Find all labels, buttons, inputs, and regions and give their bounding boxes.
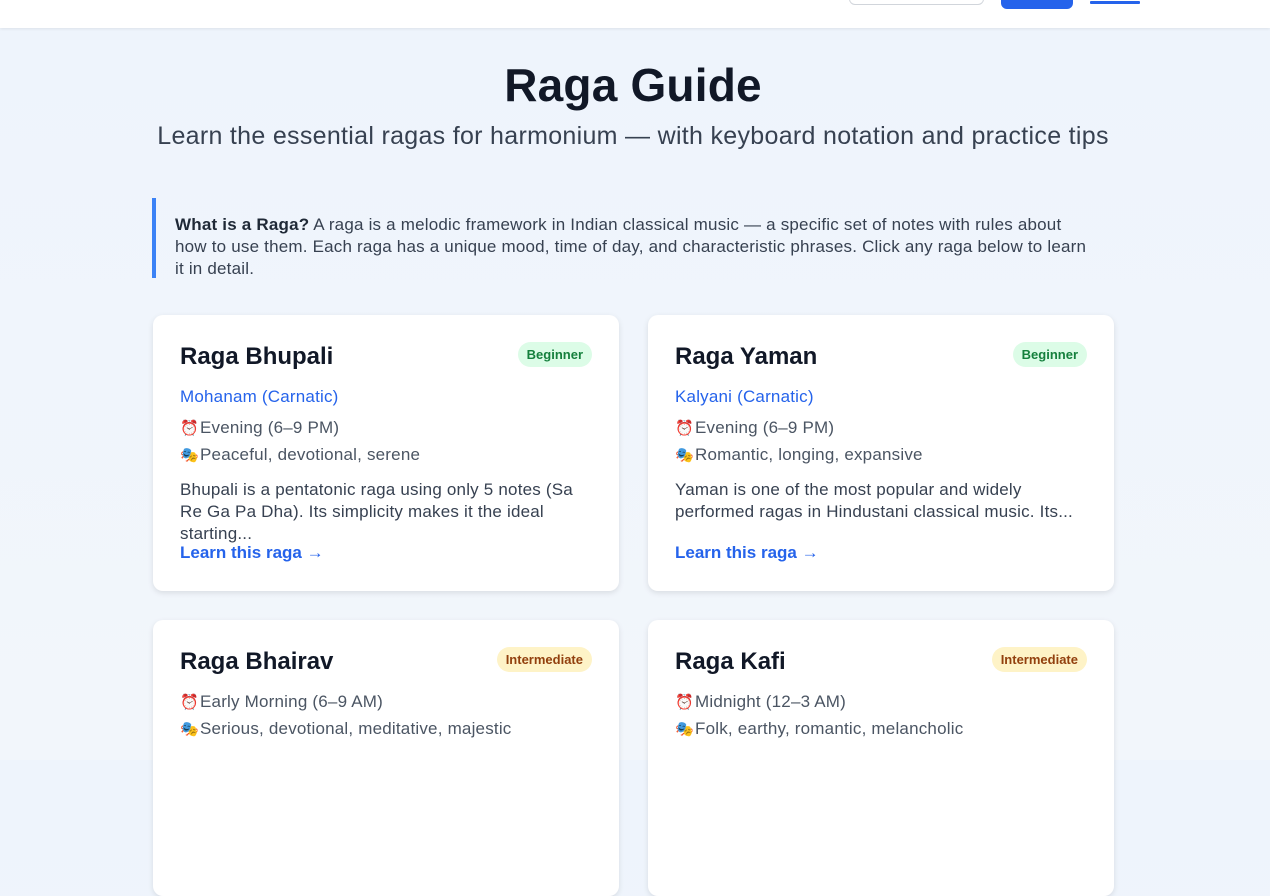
raga-mood: Romantic, longing, expansive: [695, 445, 923, 464]
intro-label: What is a Raga?: [175, 215, 310, 234]
learn-raga-link[interactable]: Learn this raga →: [675, 543, 819, 563]
top-nav-bar: [0, 0, 1270, 28]
raga-time-row: ⏰Midnight (12–3 AM): [675, 692, 846, 712]
raga-mood: Peaceful, devotional, serene: [200, 445, 421, 464]
raga-mood: Serious, devotional, meditative, majesti…: [200, 719, 512, 738]
page-title: Raga Guide: [504, 59, 762, 111]
learn-raga-link[interactable]: Learn this raga →: [180, 543, 324, 563]
performing-arts-icon: 🎭: [180, 447, 199, 464]
raga-mood-row: 🎭Serious, devotional, meditative, majest…: [180, 719, 512, 739]
raga-description: Yaman is one of the most popular and wid…: [675, 480, 1073, 521]
nav-active-link-underline[interactable]: [1090, 1, 1140, 4]
raga-name: Raga Bhairav: [180, 648, 334, 675]
level-badge: Beginner: [1012, 342, 1087, 367]
raga-name: Raga Bhupali: [180, 343, 334, 370]
raga-time-row: ⏰Evening (6–9 PM): [180, 418, 339, 438]
level-badge: Beginner: [517, 342, 592, 367]
alarm-clock-icon: ⏰: [675, 420, 694, 437]
raga-mood-row: 🎭Romantic, longing, expansive: [675, 445, 923, 465]
raga-time: Evening (6–9 PM): [695, 418, 835, 437]
raga-intro-callout: What is a Raga? A raga is a melodic fram…: [152, 198, 1112, 278]
alarm-clock-icon: ⏰: [675, 694, 694, 711]
raga-name: Raga Yaman: [675, 343, 818, 370]
raga-card-yaman[interactable]: Raga Yaman Beginner Kalyani (Carnatic) ⏰…: [648, 315, 1114, 591]
raga-card-bhupali[interactable]: Raga Bhupali Beginner Mohanam (Carnatic)…: [153, 315, 619, 591]
raga-name: Raga Kafi: [675, 648, 786, 675]
raga-time-row: ⏰Evening (6–9 PM): [675, 418, 834, 438]
raga-mood-row: 🎭Folk, earthy, romantic, melancholic: [675, 719, 963, 739]
performing-arts-icon: 🎭: [180, 721, 199, 738]
raga-mood: Folk, earthy, romantic, melancholic: [695, 719, 964, 738]
raga-carnatic-alias: Kalyani (Carnatic): [675, 387, 814, 406]
intro-text: A raga is a melodic framework in Indian …: [175, 215, 1087, 278]
raga-carnatic-alias: Mohanam (Carnatic): [180, 387, 339, 406]
raga-time-row: ⏰Early Morning (6–9 AM): [180, 692, 383, 712]
level-badge: Intermediate: [991, 647, 1087, 672]
nav-primary-button[interactable]: [1001, 0, 1073, 9]
alarm-clock-icon: ⏰: [180, 420, 199, 437]
raga-time: Midnight (12–3 AM): [695, 692, 847, 711]
performing-arts-icon: 🎭: [675, 447, 694, 464]
raga-card-bhairav[interactable]: Raga Bhairav Intermediate ⏰Early Morning…: [153, 620, 619, 896]
performing-arts-icon: 🎭: [675, 721, 694, 738]
raga-card-kafi[interactable]: Raga Kafi Intermediate ⏰Midnight (12–3 A…: [648, 620, 1114, 896]
raga-mood-row: 🎭Peaceful, devotional, serene: [180, 445, 420, 465]
nav-search-input[interactable]: [849, 0, 984, 5]
raga-time: Evening (6–9 PM): [200, 418, 340, 437]
page-subtitle: Learn the essential ragas for harmonium …: [157, 122, 1109, 150]
raga-time: Early Morning (6–9 AM): [200, 692, 383, 711]
level-badge: Intermediate: [496, 647, 592, 672]
alarm-clock-icon: ⏰: [180, 694, 199, 711]
raga-description: Bhupali is a pentatonic raga using only …: [180, 480, 573, 543]
